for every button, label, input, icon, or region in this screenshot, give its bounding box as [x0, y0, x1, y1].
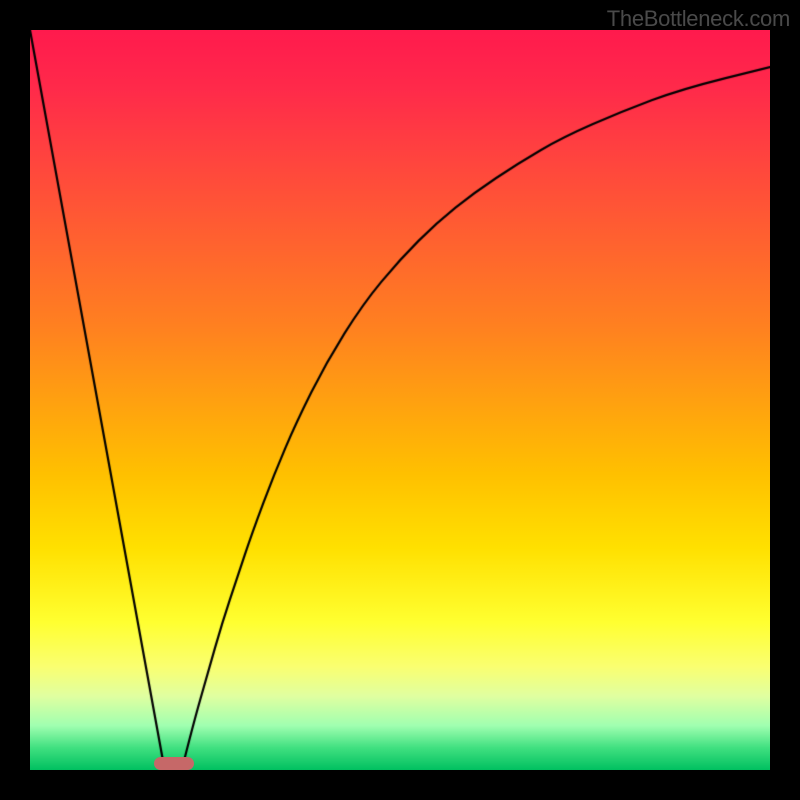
chart-frame: TheBottleneck.com — [0, 0, 800, 800]
watermark-text: TheBottleneck.com — [607, 6, 790, 32]
curve-canvas — [30, 30, 770, 770]
plot-area — [30, 30, 770, 770]
